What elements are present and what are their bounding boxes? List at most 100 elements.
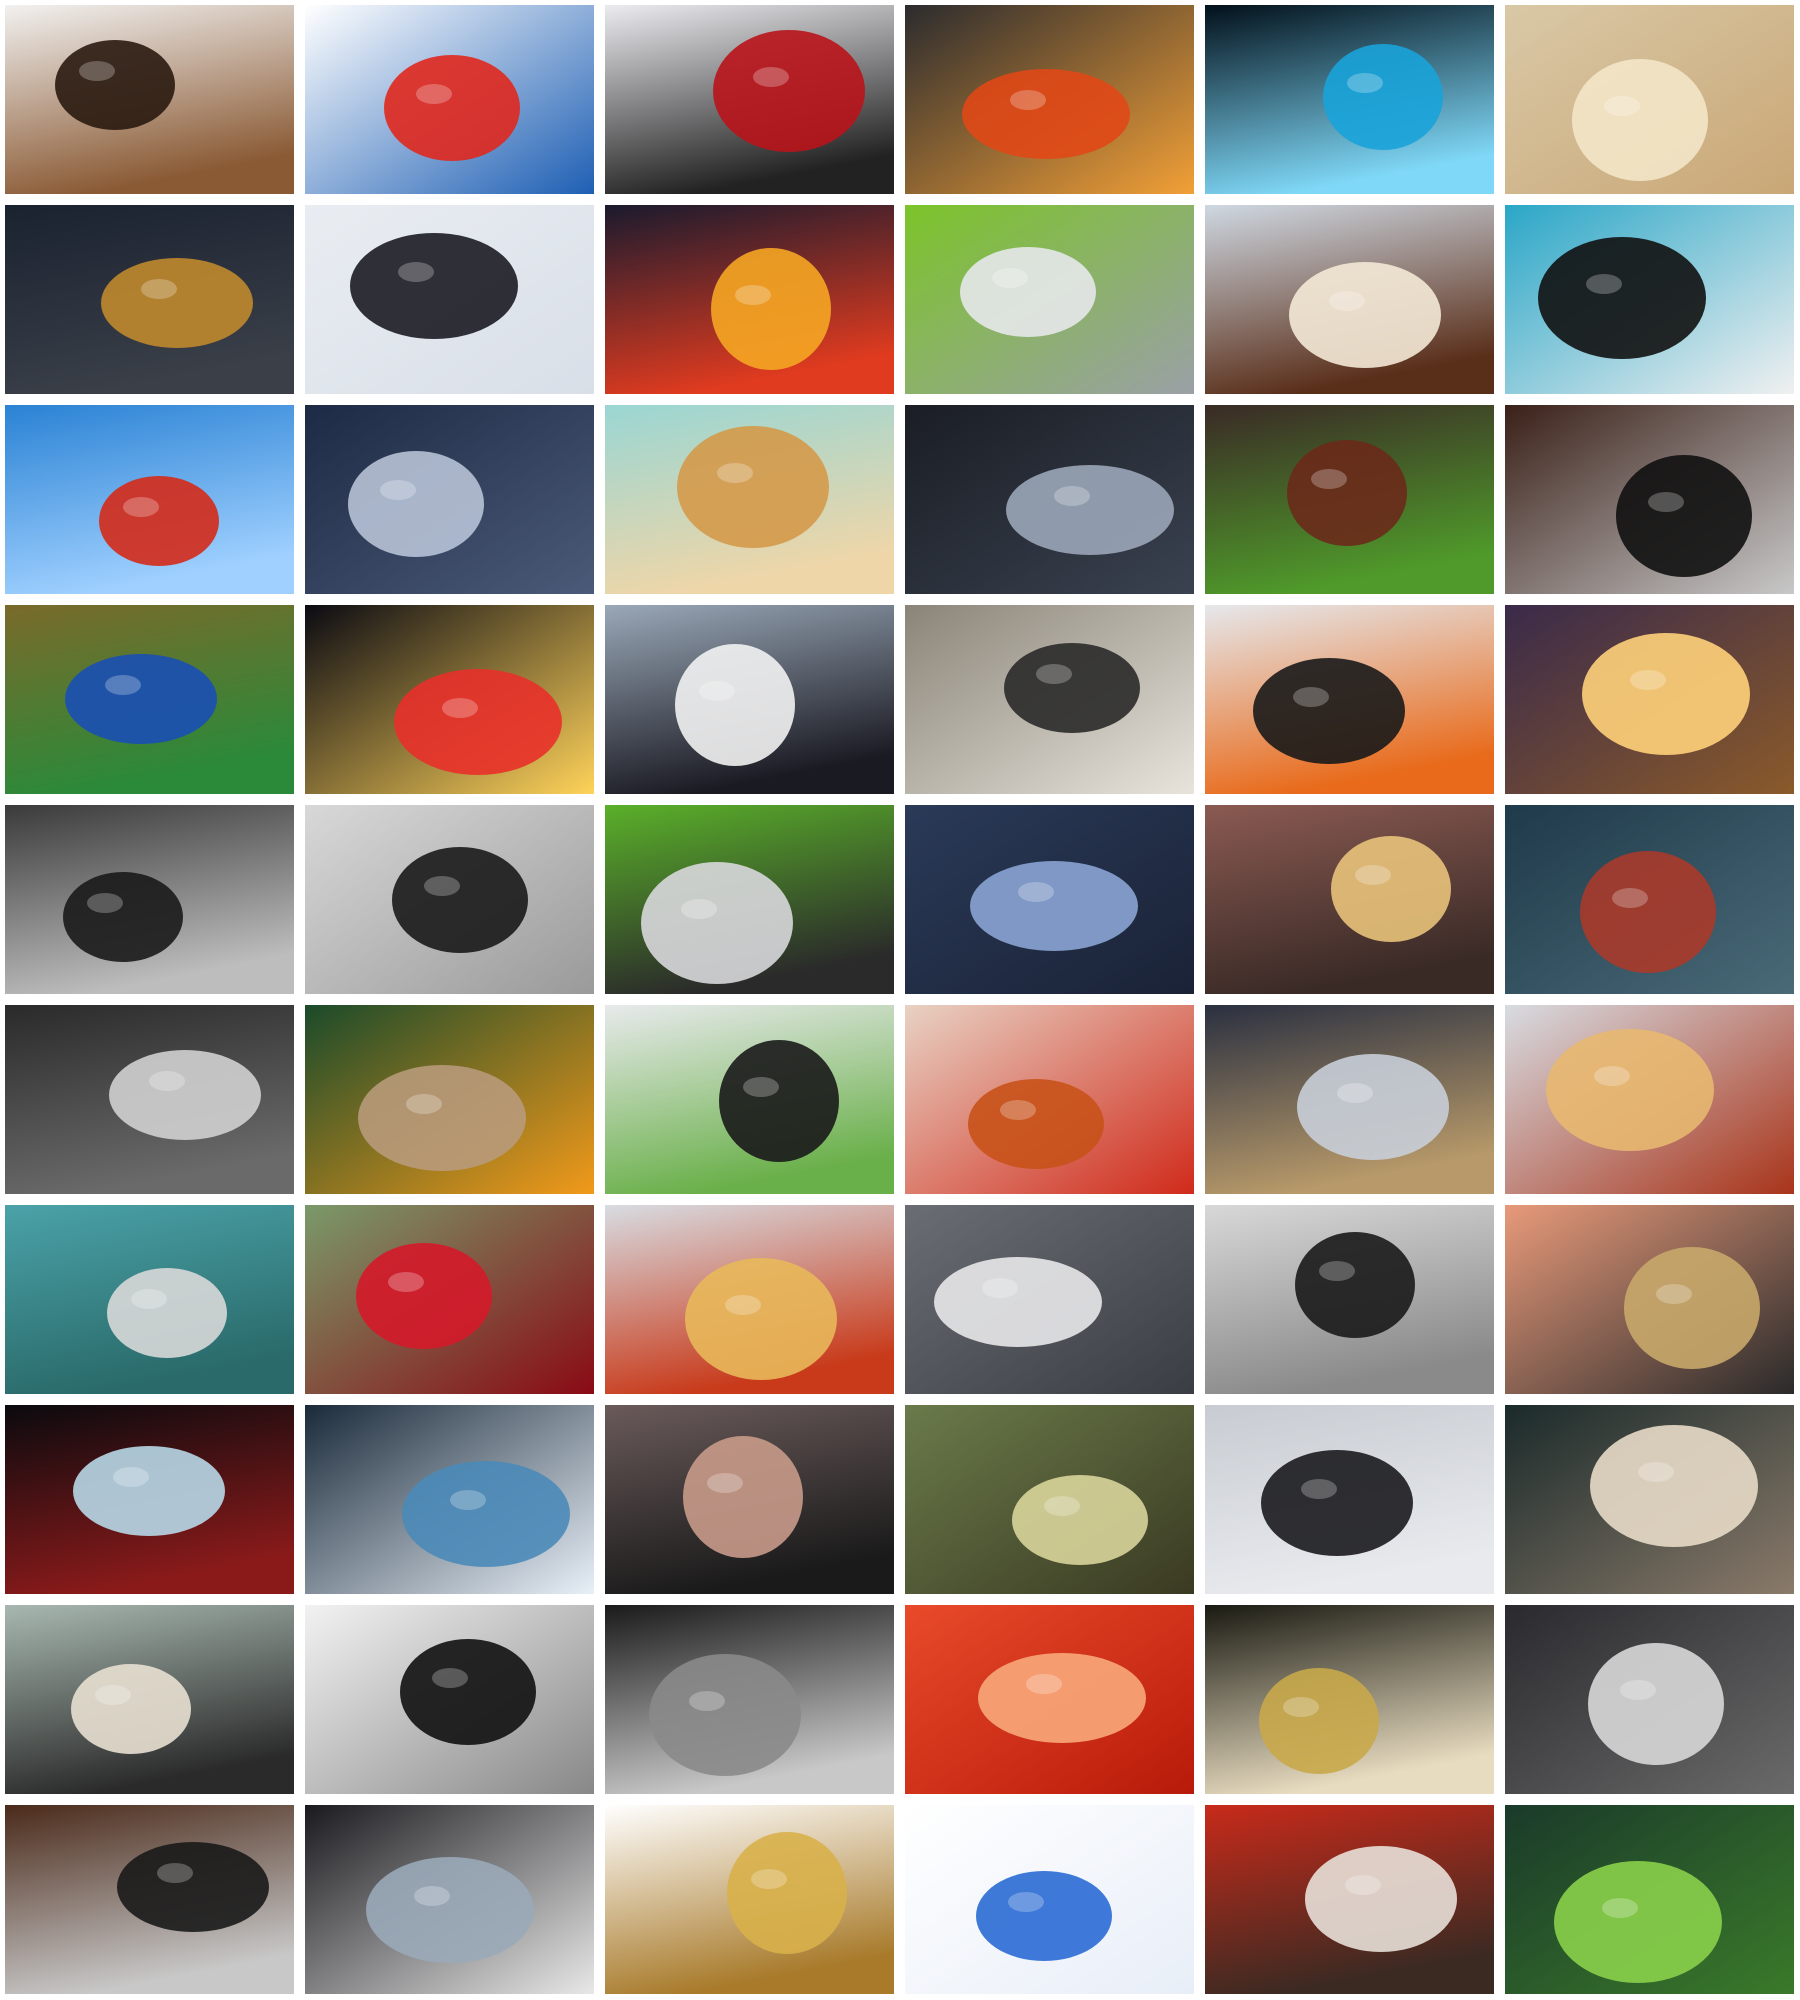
photo-grid xyxy=(5,5,1794,1994)
photo-tile[interactable] xyxy=(905,5,1194,194)
muffin-icon xyxy=(605,405,894,594)
photo-tile[interactable] xyxy=(5,1005,294,1194)
photo-tile[interactable] xyxy=(605,1805,894,1994)
photo-tile[interactable] xyxy=(605,1005,894,1194)
violin-icon xyxy=(605,1405,894,1594)
bridge-aerial-icon xyxy=(5,1205,294,1394)
fork-icon xyxy=(605,805,894,994)
electric-fan-icon xyxy=(1205,1205,1494,1394)
ice-cream-sundae-icon xyxy=(1205,205,1494,394)
photo-tile[interactable] xyxy=(1505,1005,1794,1194)
pancakes-icon xyxy=(1505,1005,1794,1194)
photo-tile[interactable] xyxy=(305,205,594,394)
rotary-phone-icon xyxy=(305,1405,594,1594)
photo-tile[interactable] xyxy=(1505,1605,1794,1794)
photo-tile[interactable] xyxy=(905,1805,1194,1994)
photo-tile[interactable] xyxy=(605,5,894,194)
photo-tile[interactable] xyxy=(1205,1205,1494,1394)
photo-tile[interactable] xyxy=(305,5,594,194)
photo-tile[interactable] xyxy=(605,405,894,594)
scissors-icon xyxy=(1205,805,1494,994)
seal-icon xyxy=(5,1605,294,1794)
photo-tile[interactable] xyxy=(305,1405,594,1594)
tomato-icon xyxy=(905,1605,1194,1794)
photo-tile[interactable] xyxy=(905,1605,1194,1794)
photo-tile[interactable] xyxy=(1505,605,1794,794)
pizza-icon xyxy=(605,1205,894,1394)
hamburger-icon xyxy=(1205,405,1494,594)
glass-bottle-icon xyxy=(5,1405,294,1594)
photo-tile[interactable] xyxy=(305,1805,594,1994)
photo-tile[interactable] xyxy=(305,1005,594,1194)
photo-tile[interactable] xyxy=(605,805,894,994)
photo-tile[interactable] xyxy=(305,1605,594,1794)
photo-tile[interactable] xyxy=(5,805,294,994)
owl-icon xyxy=(305,1005,594,1194)
eyeglasses-icon xyxy=(905,405,1194,594)
rope-coil-icon xyxy=(905,805,1194,994)
photo-tile[interactable] xyxy=(305,605,594,794)
jellyfish-icon xyxy=(1205,5,1494,194)
dumbbells-icon xyxy=(305,805,594,994)
moon-surface-icon xyxy=(605,1605,894,1794)
photo-tile[interactable] xyxy=(605,605,894,794)
photo-tile[interactable] xyxy=(1505,1205,1794,1394)
photo-tile[interactable] xyxy=(905,405,1194,594)
camera-lens-icon xyxy=(305,1805,594,1994)
photo-tile[interactable] xyxy=(1505,5,1794,194)
photo-tile[interactable] xyxy=(1205,5,1494,194)
photo-tile[interactable] xyxy=(5,1805,294,1994)
photo-tile[interactable] xyxy=(605,205,894,394)
photo-tile[interactable] xyxy=(905,1005,1194,1194)
photo-tile[interactable] xyxy=(905,605,1194,794)
photo-tile[interactable] xyxy=(1205,1405,1494,1594)
photo-tile[interactable] xyxy=(1205,1605,1494,1794)
photo-tile[interactable] xyxy=(1205,1805,1494,1994)
photo-tile[interactable] xyxy=(305,405,594,594)
photo-tile[interactable] xyxy=(905,1405,1194,1594)
photo-tile[interactable] xyxy=(1205,205,1494,394)
rose-icon xyxy=(305,1205,594,1394)
ladybug-icon xyxy=(605,5,894,194)
photo-tile[interactable] xyxy=(5,205,294,394)
photo-tile[interactable] xyxy=(1505,805,1794,994)
photo-tile[interactable] xyxy=(5,605,294,794)
dough-balls-icon xyxy=(1505,5,1794,194)
photo-tile[interactable] xyxy=(905,805,1194,994)
photo-tile[interactable] xyxy=(905,1205,1194,1394)
snake-head-icon xyxy=(905,1405,1194,1594)
photo-tile[interactable] xyxy=(5,405,294,594)
photo-tile[interactable] xyxy=(305,1205,594,1394)
zebra-icon xyxy=(305,1605,594,1794)
photo-tile[interactable] xyxy=(905,205,1194,394)
bicycle-icon xyxy=(1505,405,1794,594)
photo-tile[interactable] xyxy=(1205,405,1494,594)
photo-tile[interactable] xyxy=(1205,805,1494,994)
photo-tile[interactable] xyxy=(1505,205,1794,394)
computer-mouse-icon xyxy=(905,205,1194,394)
photo-tile[interactable] xyxy=(605,1605,894,1794)
light-bulb-icon xyxy=(1505,605,1794,794)
drone-icon xyxy=(905,1205,1194,1394)
photo-tile[interactable] xyxy=(1505,1405,1794,1594)
fireworks-icon xyxy=(305,605,594,794)
photo-tile[interactable] xyxy=(605,1405,894,1594)
photo-tile[interactable] xyxy=(1505,1805,1794,1994)
peacock-icon xyxy=(5,605,294,794)
photo-tile[interactable] xyxy=(605,1205,894,1394)
photo-tile[interactable] xyxy=(305,805,594,994)
red-crab-icon xyxy=(905,5,1194,194)
photo-tile[interactable] xyxy=(1205,605,1494,794)
orca-icon xyxy=(1505,205,1794,394)
photo-tile[interactable] xyxy=(5,1605,294,1794)
photo-tile[interactable] xyxy=(5,5,294,194)
knight-armor-icon xyxy=(5,1005,294,1194)
photo-tile[interactable] xyxy=(1505,405,1794,594)
photo-tile[interactable] xyxy=(5,1405,294,1594)
microscope-icon xyxy=(305,405,594,594)
photo-tile[interactable] xyxy=(1205,1005,1494,1194)
photo-tile[interactable] xyxy=(5,1205,294,1394)
saxophone-icon xyxy=(5,205,294,394)
sushi-icon xyxy=(605,1005,894,1194)
laptop-keyboard-icon xyxy=(1205,1405,1494,1594)
